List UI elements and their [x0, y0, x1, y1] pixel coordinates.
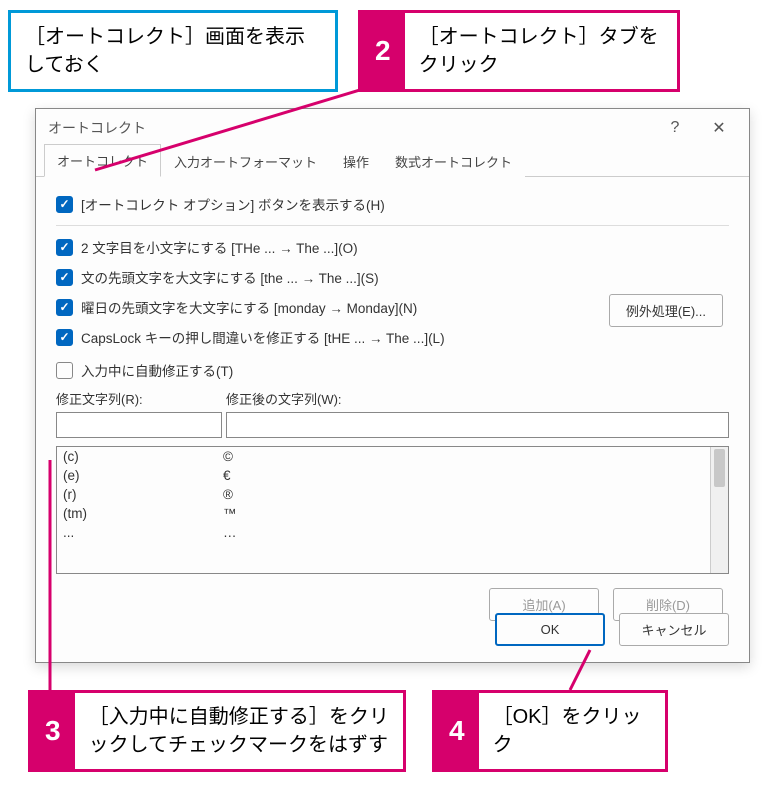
cell-with: ®	[223, 487, 233, 502]
table-row[interactable]: (r) ®	[57, 485, 710, 504]
tab-math-autocorrect[interactable]: 数式オートコレクト	[382, 145, 525, 177]
replace-inputs	[56, 412, 729, 438]
close-button[interactable]: ✕	[697, 113, 741, 143]
table-row[interactable]: ... …	[57, 523, 710, 542]
callout-show-dialog: ［オートコレクト］画面を表示しておく	[8, 10, 338, 92]
cell-with: ©	[223, 449, 233, 464]
tab-autocorrect[interactable]: オートコレクト	[44, 144, 161, 177]
checkbox-icon	[56, 329, 73, 346]
tab-actions[interactable]: 操作	[330, 145, 382, 177]
ok-button[interactable]: OK	[495, 613, 605, 646]
option-label: 2 文字目を小文字にする [THe ... → The ...](O)	[81, 237, 358, 257]
divider	[56, 225, 729, 226]
callout-click-ok: 4 ［OK］をクリック	[432, 690, 668, 772]
cell-replace: ...	[63, 525, 223, 540]
table-row[interactable]: (c) ©	[57, 447, 710, 466]
cell-replace: (tm)	[63, 506, 223, 521]
checkbox-icon	[56, 362, 73, 379]
table-row[interactable]: (tm) ™	[57, 504, 710, 523]
tab-panel: [オートコレクト オプション] ボタンを表示する(H) 2 文字目を小文字にする…	[36, 177, 749, 633]
option-label: [オートコレクト オプション] ボタンを表示する(H)	[81, 194, 385, 214]
scrollbar[interactable]	[710, 447, 728, 573]
callout-uncheck-option: 3 ［入力中に自動修正する］をクリックしてチェックマークをはずす	[28, 690, 406, 772]
cell-replace: (r)	[63, 487, 223, 502]
callout-text: ［OK］をクリック	[479, 693, 665, 769]
dialog-footer-buttons: OK キャンセル	[495, 613, 729, 646]
with-label: 修正後の文字列(W):	[226, 389, 342, 408]
table-body[interactable]: (c) © (e) € (r) ® (tm) ™ ... …	[57, 447, 710, 573]
callout-text: ［入力中に自動修正する］をクリックしてチェックマークをはずす	[75, 693, 403, 769]
checkbox-icon	[56, 299, 73, 316]
autocorrect-dialog: オートコレクト ? ✕ オートコレクト 入力オートフォーマット 操作 数式オート…	[35, 108, 750, 663]
callout-click-tab: 2 ［オートコレクト］タブをクリック	[358, 10, 680, 92]
checkbox-icon	[56, 239, 73, 256]
option-two-caps[interactable]: 2 文字目を小文字にする [THe ... → The ...](O)	[56, 232, 729, 262]
callout-text: ［オートコレクト］画面を表示しておく	[11, 13, 335, 89]
cell-with: …	[223, 525, 237, 540]
cell-with: ™	[223, 506, 237, 521]
replace-input[interactable]	[56, 412, 222, 438]
option-label: 入力中に自動修正する(T)	[81, 360, 233, 380]
replace-label: 修正文字列(R):	[56, 389, 226, 408]
help-button[interactable]: ?	[653, 113, 697, 143]
option-label: 文の先頭文字を大文字にする [the ... → The ...](S)	[81, 267, 379, 287]
tab-autoformat[interactable]: 入力オートフォーマット	[161, 145, 330, 177]
column-labels: 修正文字列(R): 修正後の文字列(W):	[56, 389, 729, 408]
dialog-title: オートコレクト	[48, 118, 653, 138]
cell-with: €	[223, 468, 231, 483]
cell-replace: (c)	[63, 449, 223, 464]
tab-strip: オートコレクト 入力オートフォーマット 操作 数式オートコレクト	[36, 147, 749, 177]
titlebar: オートコレクト ? ✕	[36, 109, 749, 147]
option-show-button[interactable]: [オートコレクト オプション] ボタンを表示する(H)	[56, 189, 729, 219]
checkbox-icon	[56, 196, 73, 213]
exceptions-button[interactable]: 例外処理(E)...	[609, 294, 723, 327]
option-replace-as-type[interactable]: 入力中に自動修正する(T)	[56, 355, 729, 385]
step-number-4: 4	[435, 693, 479, 769]
option-label: CapsLock キーの押し間違いを修正する [tHE ... → The ..…	[81, 327, 445, 347]
table-row[interactable]: (e) €	[57, 466, 710, 485]
option-cap-sentence[interactable]: 文の先頭文字を大文字にする [the ... → The ...](S)	[56, 262, 729, 292]
option-label: 曜日の先頭文字を大文字にする [monday → Monday](N)	[81, 297, 417, 317]
step-number-3: 3	[31, 693, 75, 769]
cancel-button[interactable]: キャンセル	[619, 613, 729, 646]
replacements-table: (c) © (e) € (r) ® (tm) ™ ... …	[56, 446, 729, 574]
with-input[interactable]	[226, 412, 729, 438]
cell-replace: (e)	[63, 468, 223, 483]
checkbox-icon	[56, 269, 73, 286]
step-number-2: 2	[361, 13, 405, 89]
callout-text: ［オートコレクト］タブをクリック	[405, 13, 677, 89]
